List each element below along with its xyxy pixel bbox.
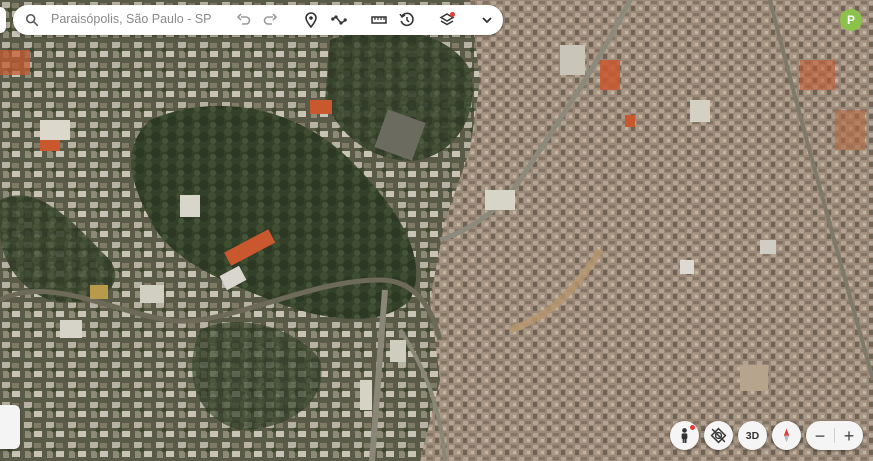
left-bottom-panel-handle[interactable] — [0, 405, 20, 449]
notification-dot — [690, 425, 695, 430]
left-panel-handle[interactable] — [0, 7, 6, 33]
zoom-control: − + — [806, 421, 863, 450]
search-icon[interactable] — [25, 13, 39, 27]
expand-toolbar-button[interactable] — [476, 10, 498, 30]
chevron-down-icon — [482, 17, 492, 24]
undo-icon — [236, 13, 251, 25]
user-avatar[interactable]: P — [840, 9, 862, 31]
location-pin-icon — [305, 12, 317, 28]
history-button[interactable] — [396, 10, 418, 30]
layers-button[interactable] — [436, 10, 458, 30]
compass-button[interactable] — [772, 421, 801, 450]
path-button[interactable] — [328, 10, 350, 30]
measure-button[interactable] — [368, 10, 390, 30]
3d-label: 3D — [745, 429, 760, 442]
street-view-button[interactable] — [670, 421, 699, 450]
path-icon — [331, 15, 347, 25]
compass-icon — [783, 428, 790, 443]
zoom-in-button[interactable]: + — [835, 421, 863, 450]
satellite-map[interactable] — [0, 0, 873, 461]
3d-mode-button[interactable]: 3D — [738, 421, 767, 450]
no-tilt-icon — [710, 427, 727, 444]
zoom-out-button[interactable]: − — [806, 421, 834, 450]
ruler-icon — [371, 16, 387, 24]
search-toolbar: Paraisópolis, São Paulo - SP — [13, 5, 503, 35]
placemark-button[interactable] — [300, 10, 322, 30]
reset-tilt-button[interactable] — [704, 421, 733, 450]
notification-dot — [450, 12, 455, 17]
undo-button[interactable] — [233, 10, 255, 30]
history-icon — [399, 12, 414, 27]
redo-button[interactable] — [259, 10, 281, 30]
redo-icon — [263, 13, 278, 25]
search-input[interactable]: Paraisópolis, São Paulo - SP — [51, 12, 212, 26]
